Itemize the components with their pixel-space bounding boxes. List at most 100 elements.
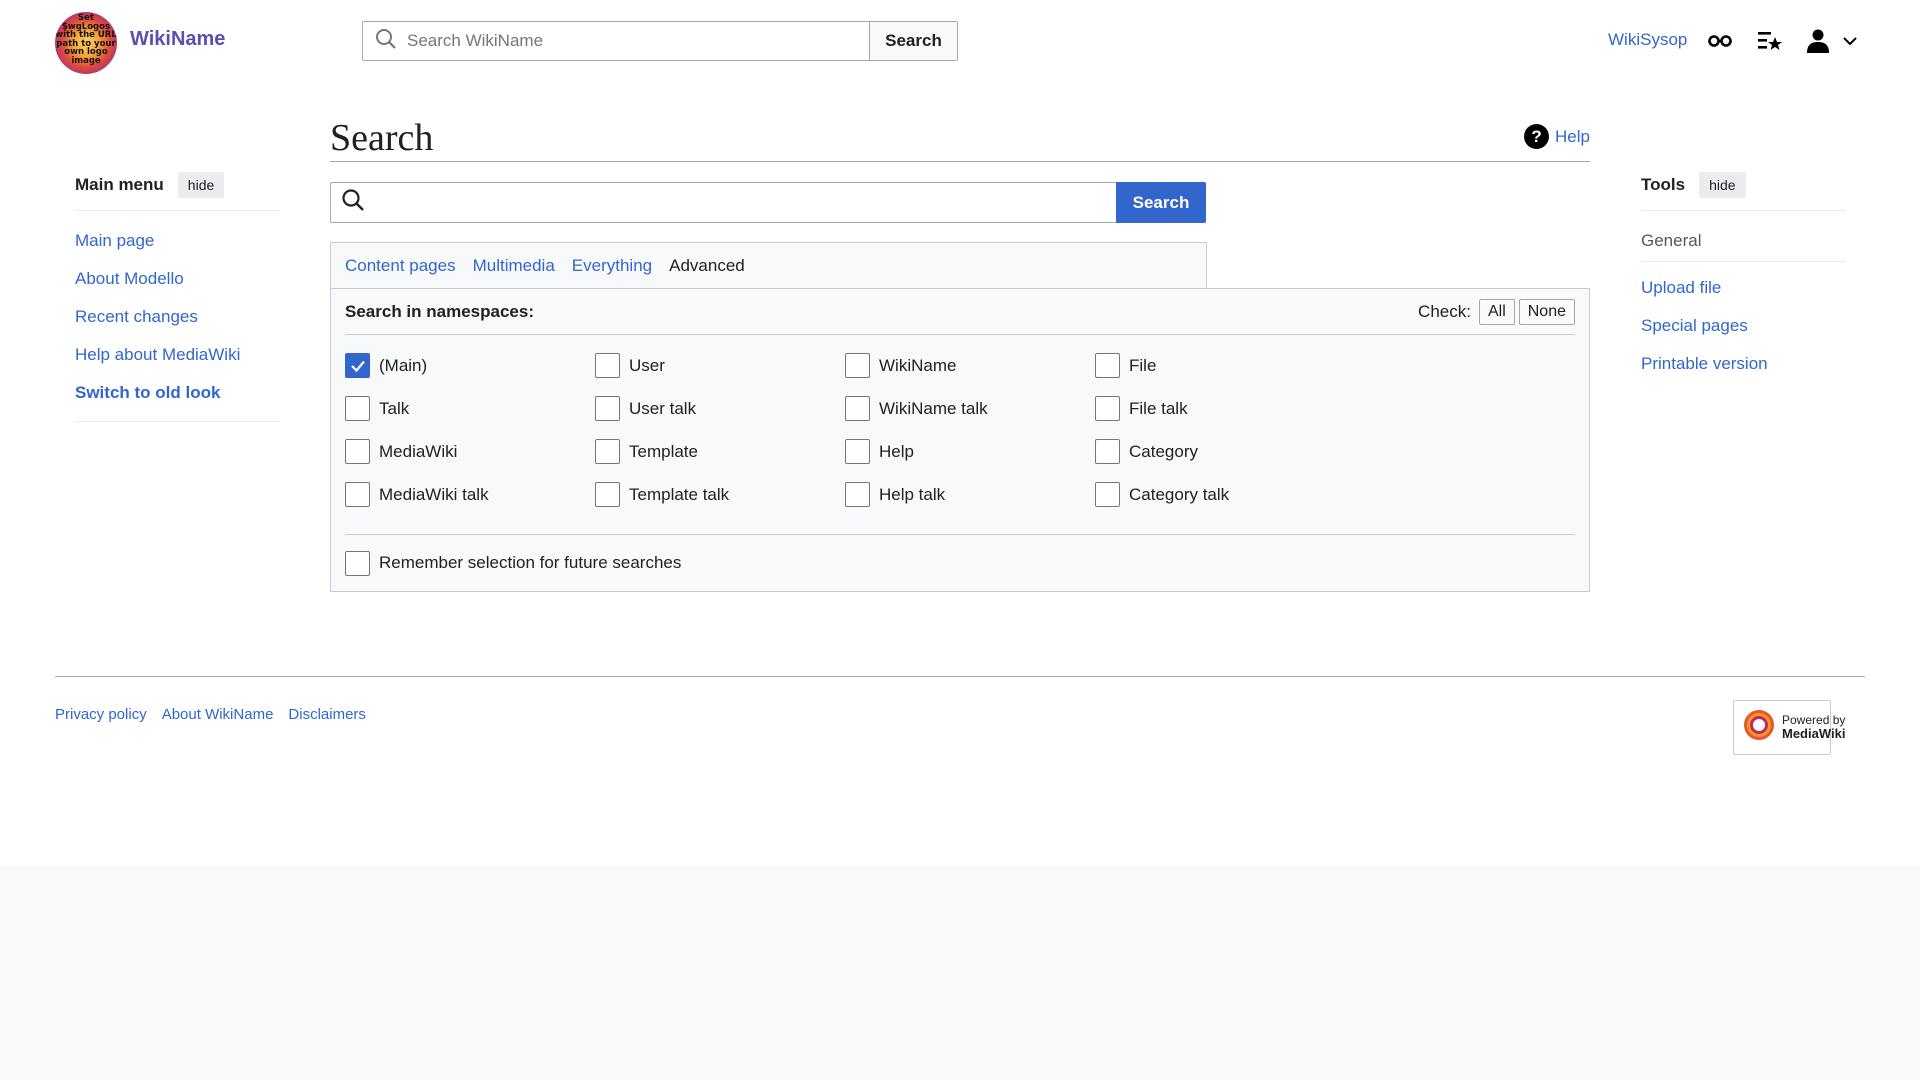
- namespace-label: MediaWiki talk: [379, 484, 489, 504]
- search-button[interactable]: Search: [1116, 182, 1206, 223]
- namespace-option[interactable]: File talk: [1095, 387, 1345, 430]
- tab-content-pages[interactable]: Content pages: [345, 256, 456, 276]
- menu-item-about-link[interactable]: About Modello: [75, 269, 184, 288]
- divider: [345, 534, 1575, 535]
- main-menu-header: Main menu hide: [75, 170, 280, 200]
- menu-item-switch-old-look: Switch to old look: [75, 383, 280, 421]
- tools-item-special-pages: Special pages: [1641, 316, 1846, 354]
- check-label: Check:: [1418, 301, 1471, 321]
- powered-by-mediawiki-badge[interactable]: Powered by MediaWiki: [1733, 700, 1845, 755]
- namespace-label: User: [629, 355, 665, 375]
- namespace-option[interactable]: Talk: [345, 387, 595, 430]
- namespace-checkbox[interactable]: [345, 396, 370, 421]
- namespace-checkbox[interactable]: [845, 439, 870, 464]
- search-input[interactable]: [365, 183, 1116, 222]
- divider: [75, 421, 280, 422]
- search-profile-tabs: Content pages Multimedia Everything Adva…: [330, 242, 1207, 288]
- menu-item-switch-old-look-link[interactable]: Switch to old look: [75, 383, 220, 402]
- help-label[interactable]: Help: [1555, 127, 1590, 147]
- menu-item-recent-changes-link[interactable]: Recent changes: [75, 307, 198, 326]
- namespace-checkbox[interactable]: [595, 353, 620, 378]
- namespace-option[interactable]: Category: [1095, 430, 1345, 473]
- main-menu-hide-button[interactable]: hide: [177, 172, 225, 198]
- namespace-checkbox[interactable]: [345, 439, 370, 464]
- namespace-checkbox[interactable]: [1095, 396, 1120, 421]
- check-controls: Check: All None: [1418, 298, 1575, 325]
- namespace-checkbox[interactable]: [845, 482, 870, 507]
- help-link[interactable]: ? Help: [1524, 124, 1590, 149]
- namespace-option[interactable]: (Main): [345, 344, 595, 387]
- menu-item-help: Help about MediaWiki: [75, 345, 280, 383]
- namespace-option[interactable]: Template talk: [595, 473, 845, 516]
- header-search-input[interactable]: [397, 23, 869, 59]
- watchlist-icon[interactable]: [1758, 28, 1782, 54]
- namespace-option[interactable]: User talk: [595, 387, 845, 430]
- user-page-link[interactable]: WikiSysop: [1608, 30, 1687, 50]
- help-icon: ?: [1524, 124, 1550, 149]
- tools-hide-button[interactable]: hide: [1699, 172, 1746, 198]
- tab-advanced[interactable]: Advanced: [669, 256, 745, 276]
- namespace-option[interactable]: User: [595, 344, 845, 387]
- search-icon: [375, 28, 397, 55]
- tools-item-special-pages-link[interactable]: Special pages: [1641, 316, 1748, 335]
- site-logo[interactable]: Set $wgLogos with the URL path to your o…: [55, 12, 117, 74]
- namespace-option[interactable]: Help talk: [845, 473, 1095, 516]
- namespace-checkbox[interactable]: [345, 482, 370, 507]
- namespace-checkbox[interactable]: [595, 482, 620, 507]
- namespace-checkbox[interactable]: [845, 353, 870, 378]
- namespace-option[interactable]: Help: [845, 430, 1095, 473]
- namespace-option[interactable]: WikiName: [845, 344, 1095, 387]
- menu-item-recent-changes: Recent changes: [75, 307, 280, 345]
- tools-header: Tools hide: [1641, 170, 1846, 200]
- remember-label: Remember selection for future searches: [379, 553, 682, 572]
- tools-item-printable: Printable version: [1641, 354, 1846, 392]
- site-header: Set $wgLogos with the URL path to your o…: [0, 0, 1920, 84]
- namespace-checkbox[interactable]: [1095, 439, 1120, 464]
- menu-item-main-page-link[interactable]: Main page: [75, 231, 154, 250]
- namespace-option[interactable]: MediaWiki talk: [345, 473, 595, 516]
- footer-privacy-link[interactable]: Privacy policy: [55, 706, 147, 723]
- main-content: Search ? Help Search Content pages Multi…: [330, 110, 1590, 592]
- page-title: Search: [330, 117, 434, 159]
- site-wordmark[interactable]: WikiName: [130, 28, 225, 51]
- divider: [75, 210, 280, 211]
- header-search-button[interactable]: Search: [869, 22, 957, 60]
- remember-selection[interactable]: Remember selection for future searches: [345, 549, 1575, 577]
- namespace-checkbox[interactable]: [595, 396, 620, 421]
- chevron-down-icon[interactable]: [1843, 28, 1857, 54]
- menu-item-help-link[interactable]: Help about MediaWiki: [75, 345, 240, 364]
- page-bottom-area: [0, 866, 1920, 1080]
- search-field[interactable]: [330, 182, 1116, 223]
- main-menu-list: Main page About Modello Recent changes H…: [75, 231, 280, 421]
- namespace-option[interactable]: Category talk: [1095, 473, 1345, 516]
- namespace-option[interactable]: MediaWiki: [345, 430, 595, 473]
- remember-checkbox[interactable]: [345, 550, 370, 576]
- tab-everything[interactable]: Everything: [572, 256, 652, 276]
- footer-about-link[interactable]: About WikiName: [162, 706, 274, 723]
- namespace-label: (Main): [379, 355, 428, 375]
- namespace-option[interactable]: WikiName talk: [845, 387, 1095, 430]
- namespace-checkbox[interactable]: [845, 396, 870, 421]
- namespace-option[interactable]: File: [1095, 344, 1345, 387]
- namespace-checkbox[interactable]: [1095, 353, 1120, 378]
- header-search-field[interactable]: [363, 22, 869, 60]
- namespace-label: Category talk: [1129, 484, 1230, 504]
- namespace-option[interactable]: Template: [595, 430, 845, 473]
- namespace-label: Category: [1129, 441, 1198, 461]
- tools-item-printable-link[interactable]: Printable version: [1641, 354, 1768, 373]
- powered-by-text: Powered by MediaWiki: [1782, 714, 1845, 741]
- namespace-checkbox[interactable]: [595, 439, 620, 464]
- header-search-form: Search: [362, 21, 958, 61]
- namespace-label: Template: [629, 441, 698, 461]
- user-icon[interactable]: [1807, 28, 1829, 54]
- glasses-icon[interactable]: [1708, 28, 1732, 54]
- footer-disclaimers-link[interactable]: Disclaimers: [288, 706, 366, 723]
- namespace-checkbox[interactable]: [345, 353, 370, 378]
- tools-item-upload-link[interactable]: Upload file: [1641, 278, 1721, 297]
- check-all-button[interactable]: All: [1478, 298, 1515, 325]
- namespace-checkbox[interactable]: [1095, 482, 1120, 507]
- namespace-label: Help: [879, 441, 914, 461]
- tab-multimedia[interactable]: Multimedia: [473, 256, 555, 276]
- footer-divider: [55, 676, 1865, 677]
- check-none-button[interactable]: None: [1518, 298, 1575, 325]
